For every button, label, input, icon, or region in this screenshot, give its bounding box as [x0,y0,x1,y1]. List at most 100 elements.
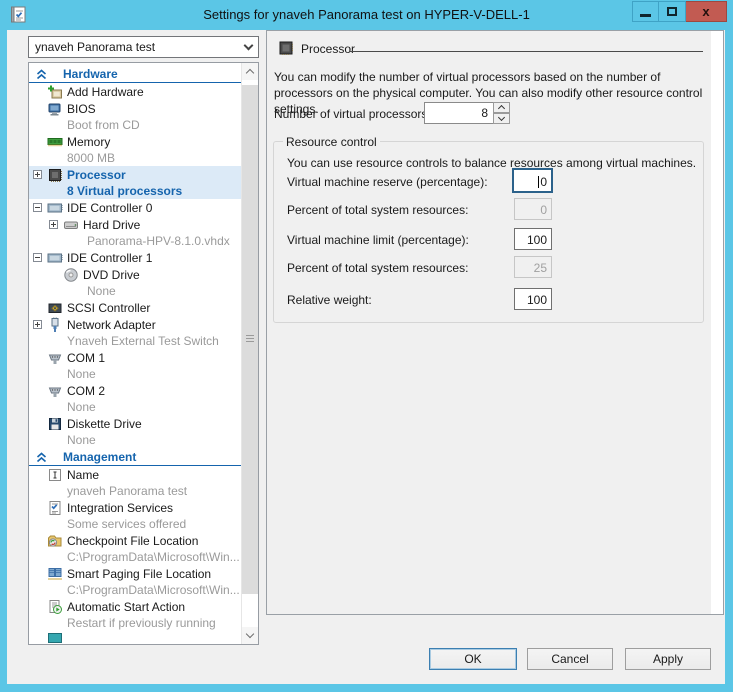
spin-down-icon[interactable] [493,113,510,124]
sidebar-item-automatic-start-action[interactable]: Automatic Start Action [29,598,241,615]
item-subtext-row: Restart if previously running [29,615,241,631]
item-label: Checkpoint File Location [67,534,198,548]
vm-selector-value: ynaveh Panorama test [35,40,245,54]
resource-control-title: Resource control [283,135,380,149]
close-button[interactable]: x [686,1,727,22]
sidebar-item-com-1[interactable]: COM 1 [29,349,241,366]
item-label: Automatic Start Action [67,600,185,614]
num-processors-stepper [493,102,510,124]
section-label: Hardware [63,67,118,81]
item-label: COM 2 [67,384,105,398]
collapse-icon[interactable] [33,253,42,262]
item-subtext: C:\ProgramData\Microsoft\Win... [67,550,240,564]
cancel-button[interactable]: Cancel [527,648,613,670]
sidebar-item-ide-controller-1[interactable]: IDE Controller 1 [29,249,241,266]
resource-control-group: Resource control You can use resource co… [273,141,704,323]
settings-window: Settings for ynaveh Panorama test on HYP… [0,0,733,692]
sidebar-item-checkpoint-file-location[interactable]: Checkpoint File Location [29,532,241,549]
num-processors-input[interactable]: 8 [424,102,494,124]
resource-row-label: Virtual machine limit (percentage): [287,233,469,247]
resource-row-input[interactable]: 100 [514,288,552,310]
expand-icon[interactable] [33,320,42,329]
chevron-down-icon [244,40,254,50]
sidebar-item-processor[interactable]: Processor [29,166,241,183]
minimize-button[interactable] [632,1,659,22]
ok-button[interactable]: OK [429,648,517,670]
sidebar-item-ide-controller-0[interactable]: IDE Controller 0 [29,199,241,216]
item-subtext-row: Some services offered [29,516,241,532]
item-subtext: Panorama-HPV-8.1.0.vhdx [87,234,230,248]
network-icon [47,317,63,333]
resource-row-virtual-machine-limit-percentage: Virtual machine limit (percentage): 100 [274,228,703,252]
sidebar-item-smart-paging-file-location[interactable]: Smart Paging File Location [29,565,241,582]
item-subtext: Ynaveh External Test Switch [67,334,219,348]
sidebar-scrollbar[interactable] [241,63,258,644]
sidebar-item-diskette-drive[interactable]: Diskette Drive [29,415,241,432]
resource-row-percent-of-total-system-resources: Percent of total system resources:0 [274,198,703,222]
item-subtext: None [67,433,96,447]
sidebar-item-integration-services[interactable]: Integration Services [29,499,241,516]
sidebar-item-name[interactable]: Name [29,466,241,483]
item-subtext-row: Panorama-HPV-8.1.0.vhdx [29,233,241,249]
resource-row-input[interactable]: 0 [512,168,553,193]
sidebar-item-network-adapter[interactable]: Network Adapter [29,316,241,333]
settings-pane: Processor You can modify the number of v… [266,30,724,615]
item-subtext-row: Boot from CD [29,117,241,133]
spin-up-icon[interactable] [493,102,510,113]
item-label: COM 1 [67,351,105,365]
smart-paging-icon [47,566,63,582]
item-subtext: None [67,367,96,381]
sidebar-item-scsi-controller[interactable]: SCSI Controller [29,299,241,316]
item-subtext: ynaveh Panorama test [67,484,187,498]
item-subtext: Restart if previously running [67,616,216,630]
window-title: Settings for ynaveh Panorama test on HYP… [0,7,733,22]
item-subtext: 8000 MB [67,151,115,165]
scroll-down-icon[interactable] [242,627,258,644]
item-subtext: C:\ProgramData\Microsoft\Win... [67,583,240,597]
item-subtext-row: ynaveh Panorama test [29,483,241,499]
item-subtext-row: None [29,432,241,448]
close-icon: x [702,4,709,19]
sidebar-item-bios[interactable]: BIOS [29,100,241,117]
vm-selector-dropdown[interactable]: ynaveh Panorama test [28,36,259,58]
item-subtext-row: 8 Virtual processors [29,183,241,199]
sidebar-item-com-2[interactable]: COM 2 [29,382,241,399]
resource-row-input[interactable]: 100 [514,228,552,250]
section-header-hardware[interactable]: Hardware [29,65,241,83]
maximize-button[interactable] [659,1,686,22]
item-subtext: Boot from CD [67,118,140,132]
item-label: Add Hardware [67,85,144,99]
item-subtext: 8 Virtual processors [67,184,182,198]
resource-row-label: Percent of total system resources: [287,203,468,217]
sidebar-item-hard-drive[interactable]: Hard Drive [29,216,241,233]
scrollbar-thumb[interactable] [242,85,258,594]
pane-title: Processor [301,42,355,56]
scsi-icon [47,300,63,316]
item-label: Processor [67,168,126,182]
minimize-icon [640,14,651,17]
sidebar-item-dvd-drive[interactable]: DVD Drive [29,266,241,283]
add-hardware-icon [47,84,63,100]
resource-row-label: Percent of total system resources: [287,261,468,275]
sidebar-item-add-hardware[interactable]: Add Hardware [29,83,241,100]
expand-icon[interactable] [33,170,42,179]
titlebar[interactable]: Settings for ynaveh Panorama test on HYP… [0,0,733,30]
collapse-section-icon[interactable] [36,452,47,463]
expand-icon[interactable] [49,220,58,229]
resource-row-virtual-machine-reserve-percentage: Virtual machine reserve (percentage):0 [274,170,703,194]
item-subtext-row: None [29,283,241,299]
ide-icon [47,200,63,216]
apply-button[interactable]: Apply [625,648,711,670]
clipped-next-item-icon [48,633,62,643]
section-header-management[interactable]: Management [29,448,241,466]
section-label: Management [63,450,136,464]
item-label: Name [67,468,99,482]
collapse-section-icon[interactable] [36,69,47,80]
sidebar-item-memory[interactable]: Memory [29,133,241,150]
item-subtext-row: C:\ProgramData\Microsoft\Win... [29,549,241,565]
scroll-up-icon[interactable] [242,63,258,80]
processor-icon [277,39,295,57]
collapse-icon[interactable] [33,203,42,212]
memory-icon [47,134,63,150]
item-label: Smart Paging File Location [67,567,211,581]
